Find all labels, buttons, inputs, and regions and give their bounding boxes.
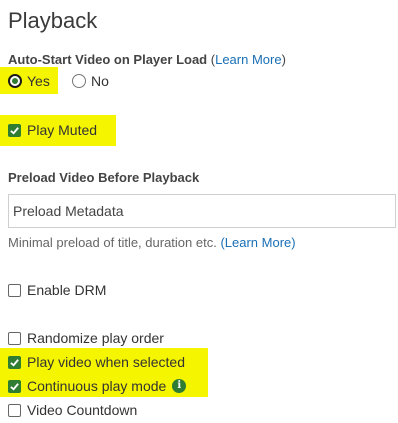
drm-checkbox[interactable] [8, 283, 21, 297]
autostart-learn-more-close: ) [281, 52, 286, 67]
randomize-label: Randomize play order [27, 330, 164, 346]
info-icon[interactable]: i [172, 379, 187, 393]
preload-help: Minimal preload of title, duration etc. … [8, 235, 296, 250]
check-icon [10, 126, 19, 135]
autostart-label-text: Auto-Start Video on Player Load [8, 52, 208, 67]
play-muted-label: Play Muted [27, 122, 98, 138]
continuous-play-checkbox[interactable] [8, 379, 21, 393]
preload-select-value: Preload Metadata [13, 203, 124, 219]
playback-settings: Playback Auto-Start Video on Player Load… [0, 0, 398, 423]
autostart-yes-radio[interactable] [8, 74, 22, 88]
preload-label: Preload Video Before Playback [8, 170, 200, 185]
play-muted-option[interactable]: Play Muted [8, 122, 97, 138]
randomize-checkbox[interactable] [8, 331, 21, 345]
autostart-no-radio[interactable] [72, 74, 86, 88]
video-countdown-checkbox[interactable] [8, 403, 21, 417]
video-countdown-option[interactable]: Video Countdown [8, 402, 137, 418]
autostart-yes-label: Yes [27, 73, 50, 89]
check-icon [10, 382, 19, 391]
drm-option[interactable]: Enable DRM [8, 282, 106, 298]
randomize-option[interactable]: Randomize play order [8, 330, 164, 346]
preload-learn-more-link[interactable]: (Learn More) [220, 235, 295, 250]
play-when-selected-label: Play video when selected [27, 354, 185, 370]
play-muted-checkbox[interactable] [8, 123, 21, 137]
autostart-learn-more-link[interactable]: Learn More [215, 52, 281, 67]
continuous-play-option[interactable]: Continuous play mode i [8, 378, 187, 394]
autostart-no-option[interactable]: No [72, 73, 109, 89]
preload-select[interactable]: Preload Metadata [8, 194, 396, 228]
video-countdown-label: Video Countdown [27, 402, 138, 418]
play-when-selected-option[interactable]: Play video when selected [8, 354, 185, 370]
play-when-selected-checkbox[interactable] [8, 355, 21, 369]
autostart-yes-option[interactable]: Yes [8, 73, 50, 89]
drm-label: Enable DRM [27, 282, 107, 298]
preload-help-text: Minimal preload of title, duration etc. [8, 235, 217, 250]
check-icon [10, 358, 19, 367]
autostart-label: Auto-Start Video on Player Load (Learn M… [8, 52, 286, 67]
autostart-no-label: No [91, 73, 109, 89]
continuous-play-label: Continuous play mode [27, 378, 167, 394]
section-title: Playback [8, 8, 98, 33]
